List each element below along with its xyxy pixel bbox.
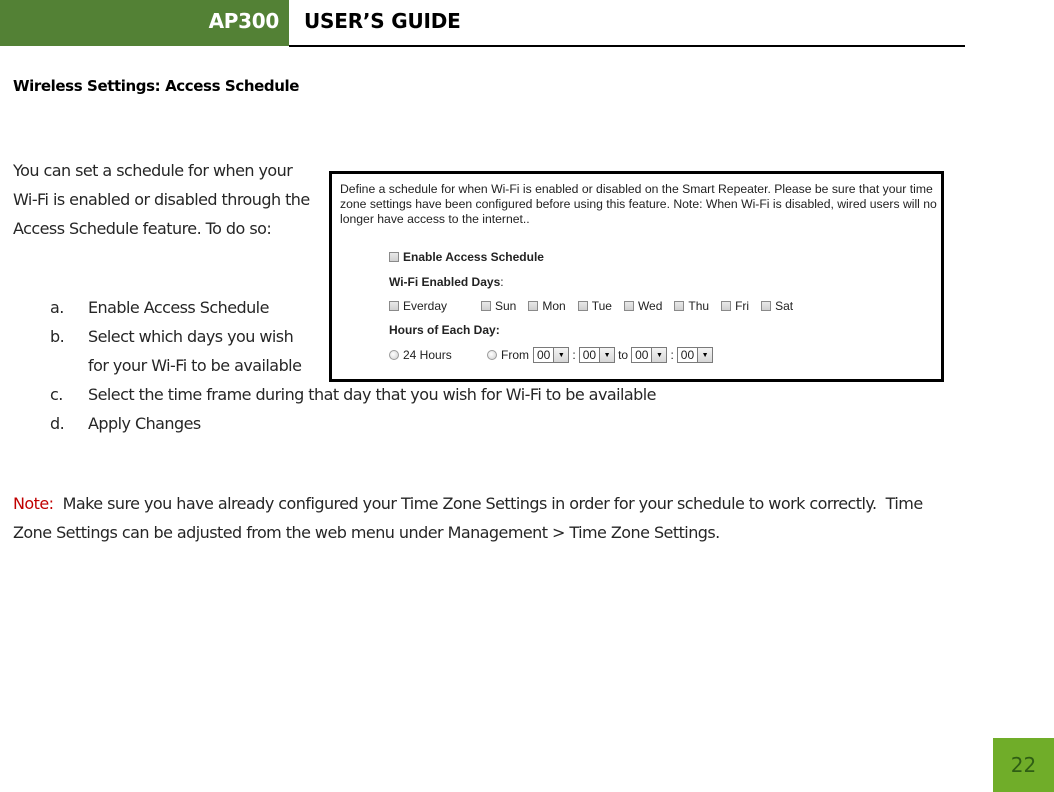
option-from-label: From [501,348,529,362]
step-marker: c. [50,385,63,404]
day-checkbox[interactable] [528,301,539,311]
guide-title: USER’S GUIDE [304,9,461,33]
day-sun[interactable]: Sun [481,299,516,313]
enable-schedule-row: Enable Access Schedule [389,250,544,264]
days-label: Wi-Fi Enabled Days [389,275,501,289]
hours-label: Hours of Each Day: [389,323,500,337]
day-label: Wed [637,299,663,313]
from-hour-select[interactable]: 00 ▼ [533,347,570,363]
day-label: Mon [542,299,566,313]
day-label: Tue [591,299,612,313]
day-label: Fri [735,299,750,313]
radio-24-hours[interactable] [389,350,399,360]
day-everyday[interactable]: Everday [389,299,473,313]
intro-paragraph: You can set a schedule for when your Wi-… [13,161,310,238]
days-row: Everday Sun Mon Tue Wed Thu Fri Sat [389,299,805,313]
day-checkbox[interactable] [577,301,588,311]
chevron-down-icon: ▼ [599,348,615,362]
page-number: 22 [1010,753,1037,777]
day-wed[interactable]: Wed [623,299,663,313]
option-from[interactable]: From [487,348,529,362]
step-item: b. Select which days you wish for your W… [50,322,308,380]
step-text: Select the time frame during that day th… [88,385,657,404]
days-colon: : [500,275,504,289]
day-checkbox[interactable] [389,301,399,311]
product-name: AP300 [208,9,280,33]
note-paragraph: Note: Make sure you have already configu… [13,489,953,547]
enable-schedule-label: Enable Access Schedule [403,250,544,264]
enable-schedule-checkbox[interactable] [389,252,399,262]
to-hour-value: 00 [635,348,649,362]
to-minute-select[interactable]: 00 ▼ [676,347,714,363]
time-separator: : [572,348,576,362]
hours-heading: Hours of Each Day: [389,323,500,337]
day-checkbox[interactable] [481,301,491,311]
header-banner: AP300 [0,0,289,46]
day-label: Thu [688,299,710,313]
note-label: Note: [13,494,54,513]
day-label: Sun [495,299,517,313]
from-minute-select[interactable]: 00 ▼ [578,347,616,363]
day-fri[interactable]: Fri [721,299,749,313]
step-marker: b. [50,327,65,346]
hours-row: 24 Hours From 00 ▼ : 00 ▼ to 00 ▼ : 00 ▼ [389,347,715,363]
day-mon[interactable]: Mon [528,299,566,313]
radio-from[interactable] [487,350,497,360]
day-label: Sat [775,299,794,313]
step-marker: a. [50,298,64,317]
schedule-description: Define a schedule for when Wi-Fi is enab… [340,182,937,226]
day-checkbox[interactable] [623,301,634,311]
to-minute-value: 00 [680,348,695,362]
chevron-down-icon: ▼ [553,348,569,362]
header-divider [289,45,965,47]
day-label: Everday [403,299,448,313]
step-text: Enable Access Schedule [88,298,269,317]
option-24-hours[interactable]: 24 Hours [389,348,483,362]
day-checkbox[interactable] [721,301,732,311]
note-text: Make sure you have already configured yo… [13,494,928,542]
page-number-badge: 22 [993,738,1054,792]
step-item: c. Select the time frame during that day… [50,380,848,409]
day-tue[interactable]: Tue [577,299,612,313]
step-text: Select which days you wish for your Wi-F… [88,327,302,375]
from-hour-value: 00 [537,348,551,362]
chevron-down-icon: ▼ [697,348,713,362]
time-separator: : [670,348,674,362]
option-24-hours-label: 24 Hours [403,348,452,362]
step-item: d. Apply Changes [50,409,848,438]
section-title: Wireless Settings: Access Schedule [13,77,299,95]
from-minute-value: 00 [582,348,597,362]
days-heading: Wi-Fi Enabled Days: [389,275,504,289]
day-sat[interactable]: Sat [761,299,793,313]
day-thu[interactable]: Thu [674,299,709,313]
access-schedule-screenshot: Define a schedule for when Wi-Fi is enab… [329,171,944,382]
to-label: to [618,348,629,362]
day-checkbox[interactable] [761,301,772,311]
day-checkbox[interactable] [674,301,685,311]
step-marker: d. [50,414,65,433]
step-text: Apply Changes [88,414,201,433]
to-hour-select[interactable]: 00 ▼ [631,347,668,363]
chevron-down-icon: ▼ [651,348,667,362]
